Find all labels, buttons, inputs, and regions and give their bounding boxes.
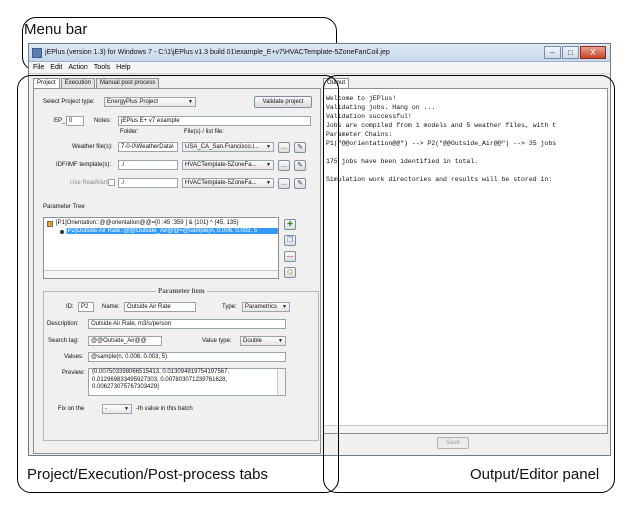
close-button[interactable]: X: [580, 46, 606, 59]
output-panel-callout-label: Output/Editor panel: [470, 466, 600, 483]
menu-bar-callout-label: Menu bar: [24, 21, 88, 38]
minimize-button[interactable]: –: [544, 46, 561, 59]
left-tabs-callout: [17, 75, 339, 493]
title-bar: jEPlus (version 1.3) for Windows 7 - C:\…: [29, 44, 610, 62]
output-panel-callout: [323, 75, 615, 493]
left-tabs-callout-label: Project/Execution/Post-process tabs: [27, 466, 268, 483]
app-icon: [32, 48, 42, 58]
menu-file[interactable]: File: [33, 62, 44, 73]
menu-action[interactable]: Action: [68, 62, 87, 73]
menu-tools[interactable]: Tools: [94, 62, 110, 73]
maximize-button[interactable]: □: [562, 46, 579, 59]
menu-help[interactable]: Help: [116, 62, 130, 73]
menu-edit[interactable]: Edit: [50, 62, 62, 73]
window-title: jEPlus (version 1.3) for Windows 7 - C:\…: [45, 49, 390, 56]
menu-bar: File Edit Action Tools Help: [29, 62, 610, 74]
window-controls: – □ X: [544, 46, 606, 59]
